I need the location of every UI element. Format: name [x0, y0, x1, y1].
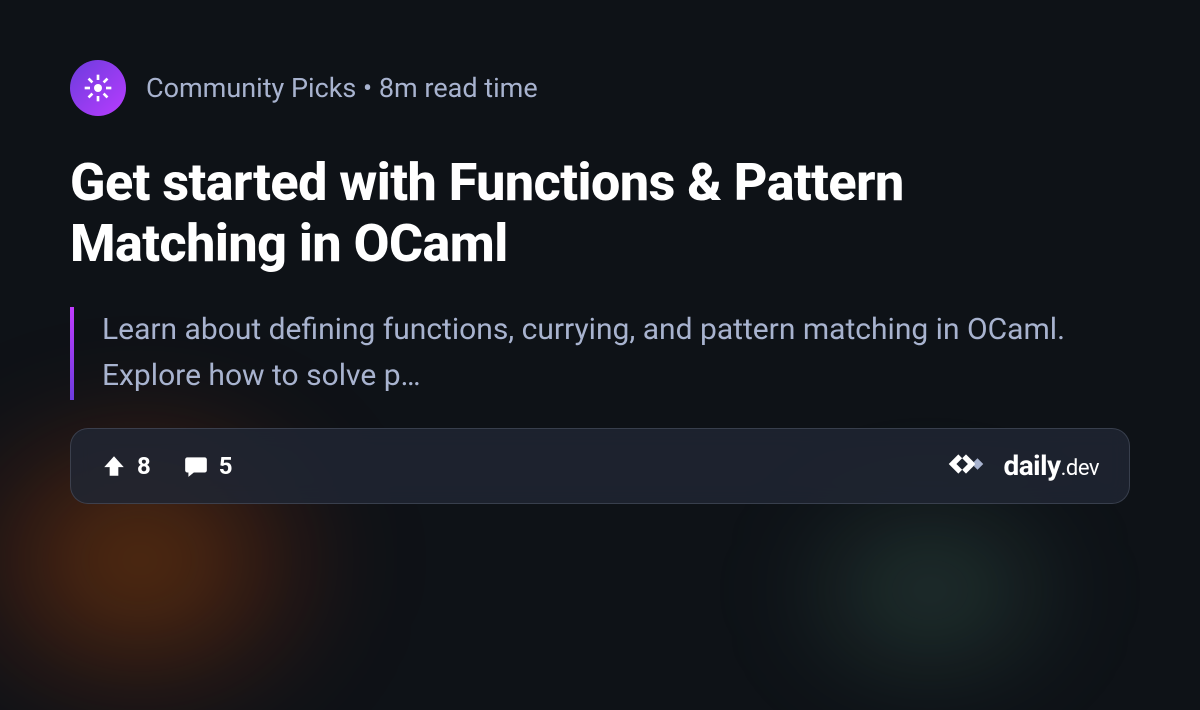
source-name: Community Picks [146, 72, 356, 104]
source-meta: Community Picks • 8m read time [146, 72, 538, 104]
brand: daily.dev [943, 449, 1099, 483]
article-title: Get started with Functions & Pattern Mat… [70, 152, 1130, 275]
upvote-icon [101, 453, 127, 479]
comment-count: 5 [219, 452, 233, 480]
upvote-count: 8 [137, 452, 151, 480]
upvote-stat[interactable]: 8 [101, 452, 151, 480]
stats-group: 8 5 [101, 452, 233, 480]
meta-separator: • [356, 72, 379, 104]
brand-logo-icon [943, 449, 989, 483]
comment-icon [183, 453, 209, 479]
target-icon [82, 72, 114, 104]
article-card: Community Picks • 8m read time Get start… [0, 0, 1200, 630]
article-description: Learn about defining functions, currying… [102, 307, 1130, 400]
description-container: Learn about defining functions, currying… [70, 307, 1130, 400]
card-header: Community Picks • 8m read time [70, 60, 1130, 116]
read-time: 8m read time [379, 72, 538, 104]
footer-bar: 8 5 daily.dev [70, 428, 1130, 504]
brand-name: daily.dev [1003, 449, 1099, 482]
comment-stat[interactable]: 5 [183, 452, 233, 480]
source-avatar [70, 60, 126, 116]
